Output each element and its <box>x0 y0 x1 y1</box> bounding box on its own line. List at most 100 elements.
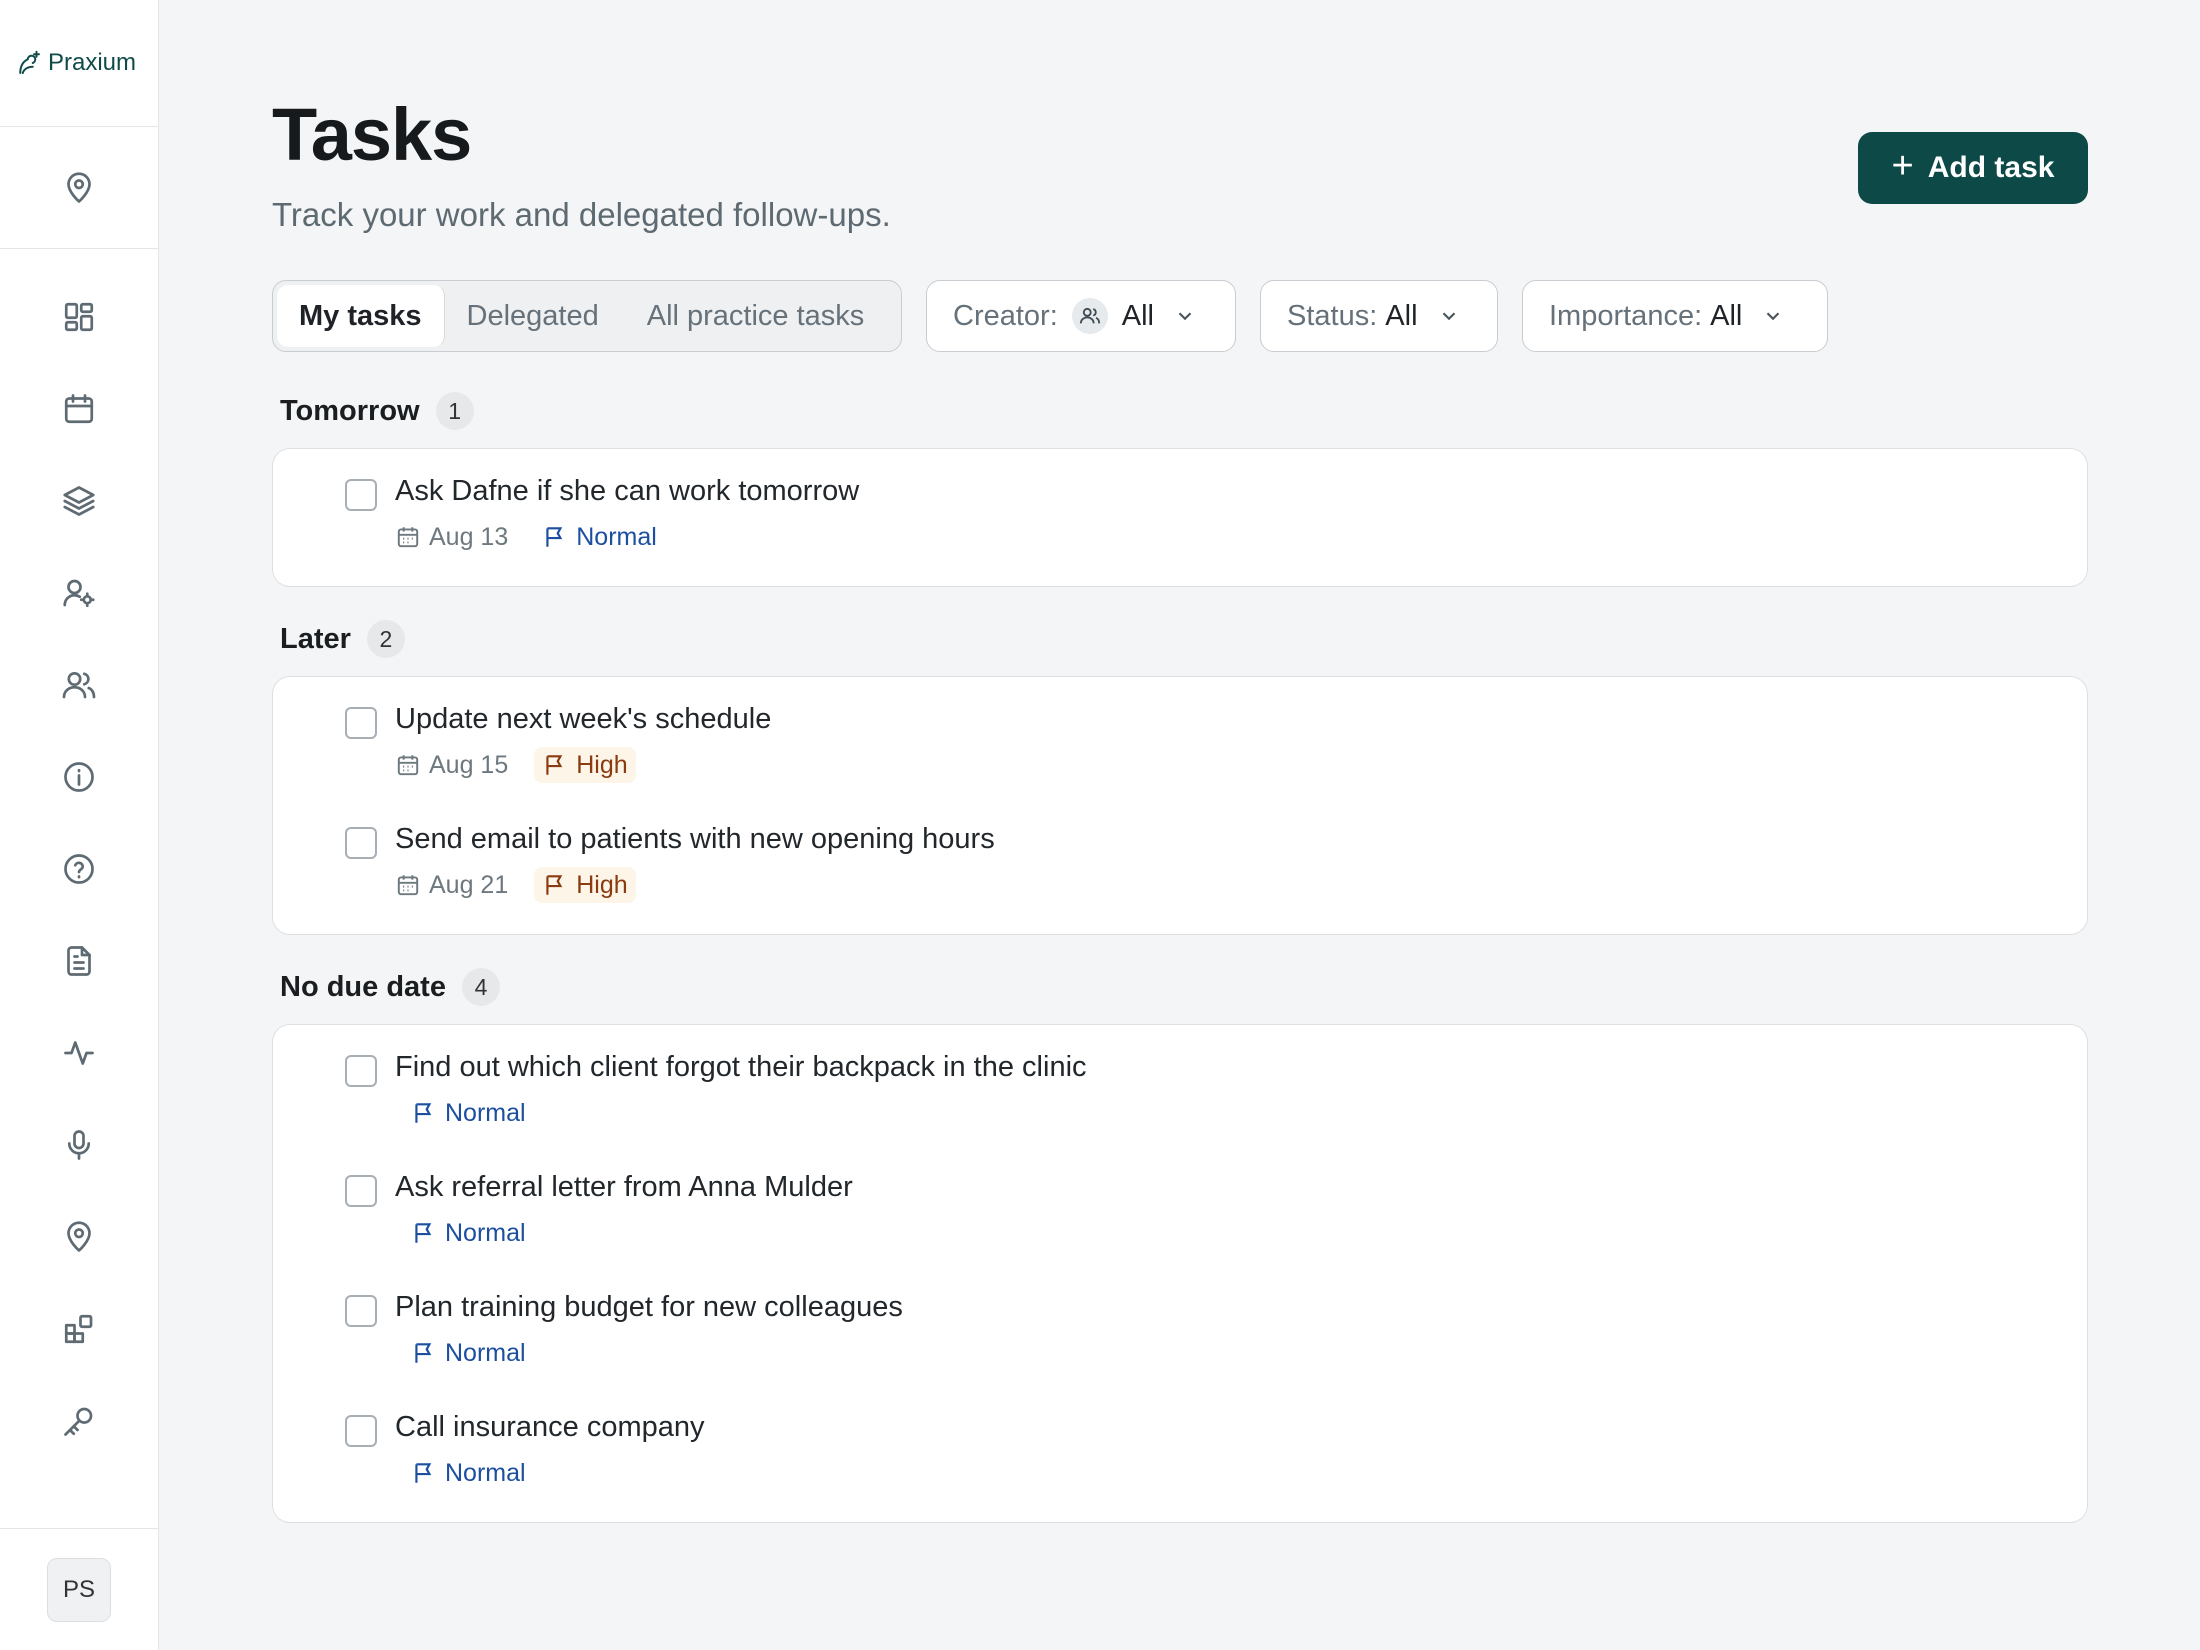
task-checkbox[interactable] <box>345 1295 377 1327</box>
chevron-down-icon <box>1442 312 1455 321</box>
nav-activity[interactable] <box>0 1007 158 1099</box>
group-title: Later <box>280 622 351 655</box>
nav-info[interactable] <box>0 731 158 823</box>
group-count-badge: 2 <box>366 620 405 658</box>
avatar[interactable]: PS <box>47 1557 111 1622</box>
due-date: Aug 15 <box>395 751 508 780</box>
group-title: No due date <box>280 970 446 1003</box>
task-meta: Aug 13 Normal <box>395 519 665 555</box>
priority-badge: Normal <box>403 1335 534 1371</box>
priority-text: Normal <box>445 1458 526 1487</box>
flag-icon <box>415 1103 432 1123</box>
task-meta: Normal <box>403 1455 534 1491</box>
group-header-tomorrow: Tomorrow 1 <box>280 392 474 430</box>
group-header-no-due-date: No due date 4 <box>280 968 500 1006</box>
nav-users[interactable] <box>0 639 158 731</box>
nav-locations[interactable] <box>0 1191 158 1283</box>
add-task-button[interactable]: + Add task <box>1858 132 2088 204</box>
user-settings-icon <box>63 579 95 608</box>
task-meta: Aug 15 High <box>395 747 636 783</box>
priority-badge: Normal <box>534 519 665 555</box>
chevron-down-icon <box>1767 312 1780 321</box>
brand-name: Praxium <box>48 49 137 76</box>
chevron-down-icon <box>1178 312 1192 321</box>
task-group-card: Ask Dafne if she can work tomorrow Aug 1… <box>272 448 2088 587</box>
flag-icon <box>546 527 563 547</box>
tab-my-tasks[interactable]: My tasks <box>277 285 445 347</box>
importance-filter-label: Importance: <box>1549 299 1703 332</box>
nav-microphone[interactable] <box>0 1099 158 1191</box>
status-filter-value: All <box>1385 299 1418 332</box>
task-title[interactable]: Find out which client forgot their backp… <box>395 1051 1087 1084</box>
calendar-icon <box>397 527 419 548</box>
creator-filter-label: Creator: <box>953 299 1058 332</box>
task-group-card: Update next week's schedule Aug 15 High … <box>272 676 2088 935</box>
tab-delegated[interactable]: Delegated <box>445 285 621 347</box>
priority-badge: High <box>534 747 636 783</box>
task-title[interactable]: Ask referral letter from Anna Mulder <box>395 1171 853 1204</box>
task-checkbox[interactable] <box>345 707 377 739</box>
nav-help[interactable] <box>0 823 158 915</box>
task-meta: Normal <box>403 1095 534 1131</box>
flag-icon <box>415 1343 432 1363</box>
info-icon <box>64 762 94 792</box>
priority-text: High <box>576 750 628 779</box>
praxium-logo-icon <box>19 50 40 74</box>
group-count-badge: 4 <box>461 968 500 1006</box>
group-count-badge: 1 <box>435 392 474 430</box>
priority-badge: Normal <box>403 1095 534 1131</box>
task-meta: Normal <box>403 1215 534 1251</box>
users-icon <box>1071 298 1108 334</box>
flag-icon <box>546 755 563 775</box>
creator-filter-value: All <box>1121 299 1154 332</box>
brand[interactable]: Praxium <box>0 0 158 127</box>
due-date: Aug 13 <box>395 523 508 552</box>
priority-badge: High <box>534 867 636 903</box>
document-icon <box>67 946 91 976</box>
status-filter[interactable]: Status: All <box>1260 280 1498 352</box>
priority-badge: Normal <box>403 1455 534 1491</box>
due-date-text: Aug 15 <box>429 750 509 779</box>
nav-documents[interactable] <box>0 915 158 1007</box>
tab-all-practice-tasks[interactable]: All practice tasks <box>621 285 865 347</box>
key-icon <box>64 1407 93 1436</box>
microphone-icon <box>67 1130 91 1160</box>
priority-text: Normal <box>576 522 657 551</box>
task-title[interactable]: Ask Dafne if she can work tomorrow <box>395 475 859 508</box>
calendar-icon <box>397 755 419 776</box>
task-title[interactable]: Update next week's schedule <box>395 703 771 736</box>
group-header-later: Later 2 <box>280 620 405 658</box>
add-task-label: Add task <box>1927 151 2055 184</box>
widgets-icon <box>64 1314 93 1344</box>
task-checkbox[interactable] <box>345 1055 377 1087</box>
task-checkbox[interactable] <box>345 1415 377 1447</box>
status-filter-label: Status: <box>1287 299 1378 332</box>
location-switcher[interactable] <box>0 127 158 249</box>
task-checkbox[interactable] <box>345 1175 377 1207</box>
task-scope-tabs: My tasks Delegated All practice tasks <box>272 280 902 352</box>
sidebar-footer: PS <box>0 1528 158 1650</box>
activity-icon <box>64 1041 94 1065</box>
nav-keys[interactable] <box>0 1375 158 1467</box>
importance-filter[interactable]: Importance: All <box>1522 280 1828 352</box>
task-checkbox[interactable] <box>345 479 377 511</box>
nav-dashboard[interactable] <box>0 271 158 363</box>
plus-icon: + <box>1891 145 1914 187</box>
nav-calendar[interactable] <box>0 363 158 455</box>
nav-widgets[interactable] <box>0 1283 158 1375</box>
task-title[interactable]: Call insurance company <box>395 1411 704 1444</box>
nav-layers[interactable] <box>0 455 158 547</box>
task-checkbox[interactable] <box>345 827 377 859</box>
location-pin-icon <box>67 1221 91 1252</box>
calendar-icon <box>397 875 419 896</box>
importance-filter-value: All <box>1710 299 1743 332</box>
task-title[interactable]: Plan training budget for new colleagues <box>395 1291 903 1324</box>
task-meta: Normal <box>403 1335 534 1371</box>
task-group-card: Find out which client forgot their backp… <box>272 1024 2088 1523</box>
creator-filter[interactable]: Creator: All <box>926 280 1236 352</box>
help-icon <box>64 854 94 884</box>
sidebar-nav <box>0 249 158 1467</box>
dashboard-icon <box>64 302 94 332</box>
nav-user-settings[interactable] <box>0 547 158 639</box>
task-title[interactable]: Send email to patients with new opening … <box>395 823 995 856</box>
